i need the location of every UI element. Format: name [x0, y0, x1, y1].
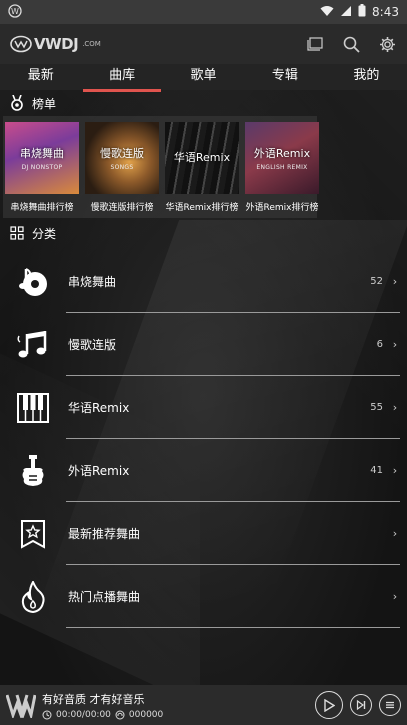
signal-icon	[340, 5, 352, 20]
music-notes-icon	[17, 330, 47, 357]
ranking-card[interactable]: 慢歌连版 SONGS 慢歌连版排行榜	[85, 122, 159, 218]
category-item-hot-requests[interactable]: 热门点播舞曲 ›	[0, 565, 407, 628]
tab-latest[interactable]: 最新	[0, 64, 81, 90]
tab-albums[interactable]: 专辑	[244, 64, 325, 90]
category-item-chinese-remix[interactable]: 华语Remix 55 ›	[0, 376, 407, 439]
category-list: 串烧舞曲 52 › 慢歌连版 6 › 华语Remix 55 › 外语Remix …	[0, 250, 407, 628]
play-icon	[324, 698, 335, 712]
status-bar: W 8:43	[0, 0, 407, 24]
next-track-icon	[356, 700, 366, 710]
rankings-row: 串烧舞曲 DJ NONSTOP 串烧舞曲排行榜 慢歌连版 SONGS 慢歌连版排…	[3, 116, 319, 218]
category-item-medley[interactable]: 串烧舞曲 52 ›	[0, 250, 407, 313]
settings-button[interactable]	[377, 34, 397, 54]
category-item-latest-recommended[interactable]: 最新推荐舞曲 ›	[0, 502, 407, 565]
category-label: 慢歌连版	[68, 338, 117, 352]
cover-title: 外语Remix	[253, 147, 311, 160]
search-icon	[343, 36, 360, 53]
ranking-label: 慢歌连版排行榜	[90, 203, 154, 213]
chevron-right-icon: ›	[392, 590, 398, 603]
guitar-icon	[22, 454, 44, 486]
flame-icon	[21, 580, 45, 613]
battery-icon	[358, 4, 366, 20]
cover-title: 串烧舞曲	[20, 147, 64, 160]
category-label: 外语Remix	[68, 464, 130, 478]
play-queue-button[interactable]	[379, 694, 401, 716]
menu-list-icon	[386, 701, 394, 709]
ranking-cover: 串烧舞曲 DJ NONSTOP	[5, 122, 79, 194]
clock-icon	[42, 710, 52, 719]
category-label: 串烧舞曲	[68, 275, 117, 289]
ranking-card[interactable]: 华语Remix 华语Remix排行榜	[165, 122, 239, 218]
ranking-label: 串烧舞曲排行榜	[10, 203, 74, 213]
chevron-right-icon: ›	[392, 527, 398, 540]
categories-header: 分类	[0, 220, 407, 246]
now-playing-title: 有好音质 才有好音乐	[42, 692, 145, 706]
chevron-right-icon: ›	[392, 464, 398, 477]
player-logo-icon	[6, 694, 36, 718]
category-count: 6	[376, 339, 383, 350]
ranking-label: 外语Remix排行榜	[245, 203, 319, 213]
playlist-icon	[307, 37, 323, 51]
category-label: 华语Remix	[68, 401, 130, 415]
tab-library[interactable]: 曲库	[81, 64, 162, 92]
now-playing-info: 有好音质 才有好音乐 00:00/00:00 000000	[42, 691, 315, 720]
category-count: 55	[370, 402, 383, 413]
cover-title: 华语Remix	[173, 150, 231, 164]
cover-title: 慢歌连版	[100, 147, 144, 160]
playback-time: 00:00/00:00	[56, 709, 111, 720]
ranking-card[interactable]: 外语Remix ENGLISH REMIX 外语Remix排行榜	[245, 122, 319, 218]
cover-subtitle: DJ NONSTOP	[21, 164, 63, 171]
app-bar: VWDJ .COM	[0, 24, 407, 64]
category-item-foreign-remix[interactable]: 外语Remix 41 ›	[0, 439, 407, 502]
library-content: 榜单 串烧舞曲 DJ NONSTOP 串烧舞曲排行榜 慢歌连版 SONGS 慢歌…	[0, 90, 407, 685]
mini-player[interactable]: 有好音质 才有好音乐 00:00/00:00 000000	[0, 685, 407, 725]
ranking-label: 华语Remix排行榜	[165, 203, 239, 213]
ranking-cover: 华语Remix	[165, 122, 239, 194]
ranking-cover: 外语Remix ENGLISH REMIX	[245, 122, 319, 194]
star-bookmark-icon	[21, 519, 45, 549]
play-button[interactable]	[315, 691, 343, 719]
logo-subtext: .COM	[82, 39, 101, 48]
logo-emblem-icon	[10, 35, 32, 53]
svg-text:W: W	[11, 7, 19, 16]
play-count: 000000	[128, 709, 164, 720]
wifi-icon	[320, 5, 334, 20]
main-tabs: 最新 曲库 歌单 专辑 我的	[0, 64, 407, 92]
category-label: 最新推荐舞曲	[68, 527, 141, 541]
app-logo[interactable]: VWDJ .COM	[10, 35, 101, 53]
medal-icon	[11, 95, 23, 111]
chevron-right-icon: ›	[392, 338, 398, 351]
chevron-right-icon: ›	[392, 275, 398, 288]
next-button[interactable]	[350, 694, 372, 716]
piano-keys-icon	[17, 392, 49, 423]
cover-subtitle: SONGS	[110, 164, 134, 171]
gear-icon	[379, 36, 395, 52]
cover-subtitle: ENGLISH REMIX	[256, 164, 308, 171]
status-time: 8:43	[372, 5, 399, 19]
category-item-slow-songs[interactable]: 慢歌连版 6 ›	[0, 313, 407, 376]
app-notification-icon: W	[8, 3, 22, 21]
music-disc-icon	[19, 267, 47, 296]
rankings-title: 榜单	[32, 96, 57, 111]
ranking-cover: 慢歌连版 SONGS	[85, 122, 159, 194]
grid-icon	[10, 226, 24, 240]
playlist-queue-button[interactable]	[305, 34, 325, 54]
categories-title: 分类	[32, 226, 57, 241]
chevron-right-icon: ›	[392, 401, 398, 414]
rankings-header: 榜单	[0, 90, 407, 116]
category-label: 热门点播舞曲	[68, 590, 141, 604]
logo-text: VWDJ	[34, 35, 79, 53]
tab-playlists[interactable]: 歌单	[163, 64, 244, 90]
headphones-icon	[115, 710, 125, 719]
category-count: 41	[370, 465, 383, 476]
search-button[interactable]	[341, 34, 361, 54]
ranking-card[interactable]: 串烧舞曲 DJ NONSTOP 串烧舞曲排行榜	[5, 122, 79, 218]
category-count: 52	[370, 276, 383, 287]
tab-mine[interactable]: 我的	[326, 64, 407, 90]
